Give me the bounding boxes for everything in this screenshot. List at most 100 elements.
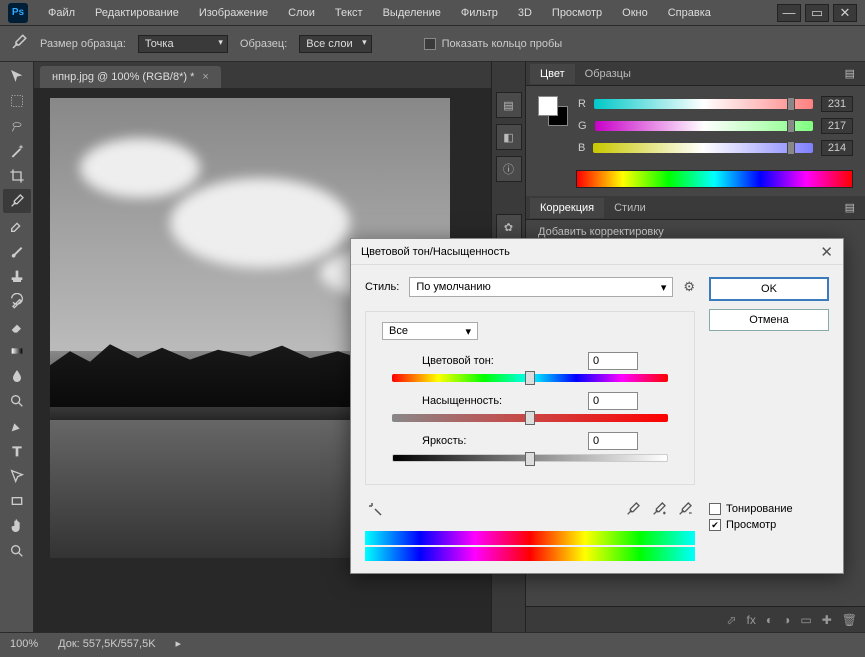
preview-label: Просмотр [726, 519, 776, 531]
menu-help[interactable]: Справка [658, 3, 721, 23]
layer-mask-icon[interactable]: ◐ [766, 613, 773, 627]
channel-dropdown[interactable]: Все [382, 322, 478, 340]
maximize-button[interactable]: ▭ [805, 4, 829, 22]
eyedropper-icon [10, 33, 28, 54]
foreground-color-swatch[interactable] [538, 96, 558, 116]
history-panel-button[interactable]: ▤ [496, 92, 522, 118]
menu-view[interactable]: Просмотр [542, 3, 612, 23]
type-tool[interactable] [3, 439, 31, 463]
sample-size-dropdown[interactable]: Точка [138, 35, 228, 53]
link-layers-icon[interactable]: ⬀ [726, 613, 736, 627]
eyedropper-sample-icon[interactable] [623, 499, 643, 519]
minimize-button[interactable]: — [777, 4, 801, 22]
crop-tool[interactable] [3, 164, 31, 188]
eyedropper-tool[interactable] [3, 189, 31, 213]
menu-layer[interactable]: Слои [278, 3, 325, 23]
clone-stamp-tool[interactable] [3, 264, 31, 288]
menu-edit[interactable]: Редактирование [85, 3, 189, 23]
lightness-slider[interactable] [392, 454, 668, 462]
path-selection-tool[interactable] [3, 464, 31, 488]
color-swatch-pair[interactable] [538, 96, 568, 126]
gradient-tool[interactable] [3, 339, 31, 363]
g-slider[interactable] [595, 121, 813, 131]
preview-checkbox[interactable]: ✔ [709, 519, 721, 531]
marquee-tool[interactable] [3, 89, 31, 113]
close-tab-icon[interactable]: × [202, 71, 208, 83]
new-layer-icon[interactable]: ✚ [822, 613, 832, 627]
b-value[interactable]: 214 [821, 140, 853, 156]
swatches-tab[interactable]: Образцы [575, 64, 641, 84]
properties-panel-button[interactable]: ◧ [496, 124, 522, 150]
lightness-input[interactable] [588, 432, 638, 450]
close-button[interactable]: ✕ [833, 4, 857, 22]
saturation-label: Насыщенность: [422, 395, 502, 407]
menu-select[interactable]: Выделение [373, 3, 451, 23]
hue-range-bar-bottom[interactable] [365, 547, 695, 561]
adjustment-layer-icon[interactable]: ◑ [783, 613, 790, 627]
b-slider[interactable] [593, 143, 813, 153]
preset-dropdown[interactable]: По умолчанию [409, 277, 673, 297]
eyedropper-subtract-icon[interactable] [675, 499, 695, 519]
preset-gear-icon[interactable]: ⚙ [683, 279, 695, 295]
colorize-checkbox[interactable] [709, 503, 721, 515]
doc-size-info[interactable]: Док: 557,5K/557,5K [58, 638, 155, 650]
saturation-input[interactable] [588, 392, 638, 410]
app-logo: Ps [8, 3, 28, 23]
cancel-button[interactable]: Отмена [709, 309, 829, 331]
menu-image[interactable]: Изображение [189, 3, 278, 23]
color-tab[interactable]: Цвет [530, 64, 575, 84]
hue-slider[interactable] [392, 374, 668, 382]
hue-input[interactable] [588, 352, 638, 370]
r-slider[interactable] [594, 99, 813, 109]
hand-tool[interactable] [3, 514, 31, 538]
preset-label: Стиль: [365, 281, 399, 293]
healing-brush-tool[interactable] [3, 214, 31, 238]
saturation-slider[interactable] [392, 414, 668, 422]
eraser-tool[interactable] [3, 314, 31, 338]
menu-filter[interactable]: Фильтр [451, 3, 508, 23]
sample-source-dropdown[interactable]: Все слои [299, 35, 371, 53]
color-spectrum[interactable] [576, 170, 853, 188]
eyedropper-add-icon[interactable] [649, 499, 669, 519]
g-value[interactable]: 217 [821, 118, 853, 134]
panel-menu-icon[interactable]: ▤ [839, 65, 861, 82]
sample-size-label: Размер образца: [40, 38, 126, 50]
menu-window[interactable]: Окно [612, 3, 658, 23]
move-tool[interactable] [3, 64, 31, 88]
titlebar: Ps Файл Редактирование Изображение Слои … [0, 0, 865, 26]
delete-layer-icon[interactable]: 🗑 [842, 613, 857, 627]
dodge-tool[interactable] [3, 389, 31, 413]
menu-type[interactable]: Текст [325, 3, 373, 23]
blur-tool[interactable] [3, 364, 31, 388]
history-brush-tool[interactable] [3, 289, 31, 313]
brushes-panel-button[interactable]: ✿ [496, 214, 522, 240]
menu-3d[interactable]: 3D [508, 3, 542, 23]
show-ring-checkbox[interactable] [424, 38, 436, 50]
info-panel-button[interactable]: ⓘ [496, 156, 522, 182]
panel-menu-icon-2[interactable]: ▤ [839, 199, 861, 216]
rectangle-tool[interactable] [3, 489, 31, 513]
hue-range-bar-top[interactable] [365, 531, 695, 545]
adjustments-tab[interactable]: Коррекция [530, 198, 604, 218]
ok-button[interactable]: OK [709, 277, 829, 301]
options-bar: Размер образца: Точка Образец: Все слои … [0, 26, 865, 62]
show-ring-label: Показать кольцо пробы [442, 38, 563, 50]
brush-tool[interactable] [3, 239, 31, 263]
tools-toolbar [0, 62, 34, 632]
zoom-tool[interactable] [3, 539, 31, 563]
document-tab[interactable]: нпнр.jpg @ 100% (RGB/8*) * × [40, 66, 221, 88]
r-value[interactable]: 231 [821, 96, 853, 112]
magic-wand-tool[interactable] [3, 139, 31, 163]
targeted-adjust-icon[interactable] [365, 499, 385, 519]
status-chevron-icon[interactable]: ▸ [176, 637, 182, 650]
menu-file[interactable]: Файл [38, 3, 85, 23]
lasso-tool[interactable] [3, 114, 31, 138]
pen-tool[interactable] [3, 414, 31, 438]
hue-label: Цветовой тон: [422, 355, 494, 367]
sample-label: Образец: [240, 38, 287, 50]
new-group-icon[interactable]: ▭ [800, 613, 811, 627]
zoom-level[interactable]: 100% [10, 638, 38, 650]
styles-tab[interactable]: Стили [604, 198, 656, 218]
layer-fx-icon[interactable]: fx [747, 613, 756, 627]
dialog-close-icon[interactable]: ✕ [820, 243, 833, 261]
